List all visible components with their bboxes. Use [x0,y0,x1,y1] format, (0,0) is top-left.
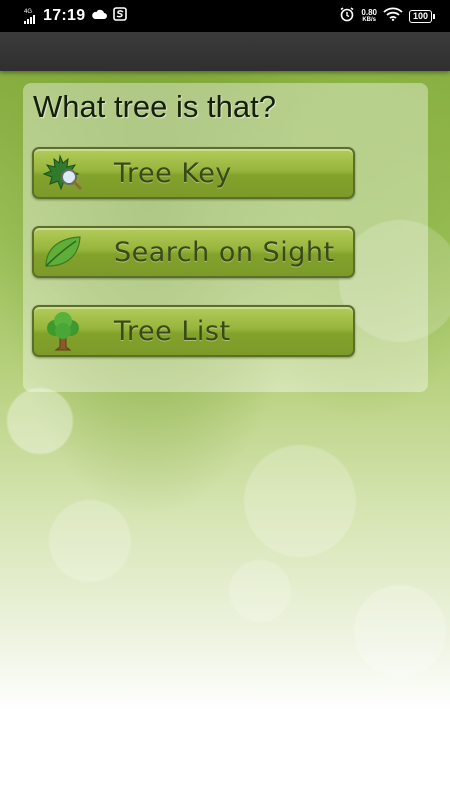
clock: 17:19 [43,7,86,24]
tree-list-label: Tree List [114,315,231,347]
tree-key-label: Tree Key [114,157,232,189]
status-left: 4G 17:19 [24,6,128,26]
alarm-icon [339,6,355,27]
network-indicator: 4G [24,9,35,24]
search-on-sight-label: Search on Sight [114,236,335,268]
menu-panel: What tree is that? Tree Key Search on Si… [23,83,428,392]
wifi-icon [383,7,403,26]
app-bar [0,32,450,71]
search-on-sight-button[interactable]: Search on Sight [32,226,355,278]
screenshot-icon [113,6,128,26]
tree-key-button[interactable]: Tree Key [32,147,355,199]
network-speed: 0.80 KB/s [361,7,377,24]
battery-icon: 100 [408,9,436,23]
tree-list-button[interactable]: Tree List [32,305,355,357]
leaf-icon [42,232,84,272]
page-title: What tree is that? [33,89,276,124]
tree-icon [42,311,84,351]
speed-unit: KB/s [362,16,377,23]
maple-leaf-magnifier-icon [42,153,84,193]
speed-value: 0.80 [361,7,377,17]
signal-icon [24,14,35,24]
status-bar: 4G 17:19 0.80 KB/s 100 [0,0,450,32]
status-right: 0.80 KB/s 100 [339,6,436,27]
weather-cloud-icon [91,7,108,25]
